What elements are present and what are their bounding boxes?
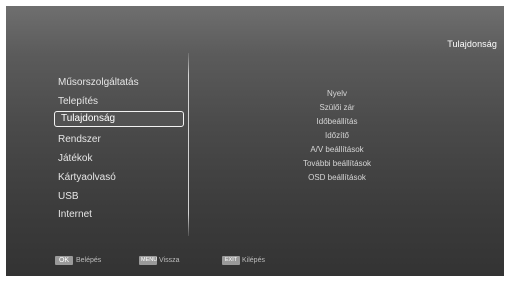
screen-title: Tulajdonság [447, 39, 497, 49]
submenu-item-tovabbi-beallitasok[interactable]: További beállítások [202, 158, 472, 170]
submenu-item-osd-beallitasok[interactable]: OSD beállítások [202, 172, 472, 184]
ok-key-label: Belépés [76, 257, 102, 264]
submenu-item-idozito[interactable]: Időzítő [202, 130, 472, 142]
column-divider [188, 53, 189, 236]
submenu-item-nyelv[interactable]: Nyelv [202, 88, 472, 100]
submenu-item-av-beallitasok[interactable]: A/V beállítások [202, 144, 472, 156]
menu-item-musorszolgaltatas[interactable]: Műsorszolgáltatás [52, 74, 182, 91]
menu-item-jatekok[interactable]: Játékok [52, 150, 182, 167]
menu-item-rendszer[interactable]: Rendszer [52, 131, 182, 148]
tv-menu-screen: Tulajdonság Műsorszolgáltatás Telepítés … [6, 6, 504, 276]
menu-key-label: Vissza [159, 257, 180, 264]
submenu-item-szuloi-zar[interactable]: Szülői zár [202, 102, 472, 114]
menu-item-usb[interactable]: USB [52, 188, 182, 205]
submenu-item-idobeallitas[interactable]: Időbeállítás [202, 116, 472, 128]
exit-key-label: Kilépés [242, 257, 265, 264]
menu-item-tulajdonsag[interactable]: Tulajdonság [54, 111, 184, 127]
menu-key-badge[interactable]: MENU [139, 256, 157, 265]
menu-item-internet[interactable]: Internet [52, 206, 182, 223]
menu-item-kartyaolvaso[interactable]: Kártyaolvasó [52, 169, 182, 186]
menu-item-telepites[interactable]: Telepítés [52, 93, 182, 110]
ok-key-badge[interactable]: OK [55, 256, 73, 265]
exit-key-badge[interactable]: EXIT [222, 256, 240, 265]
